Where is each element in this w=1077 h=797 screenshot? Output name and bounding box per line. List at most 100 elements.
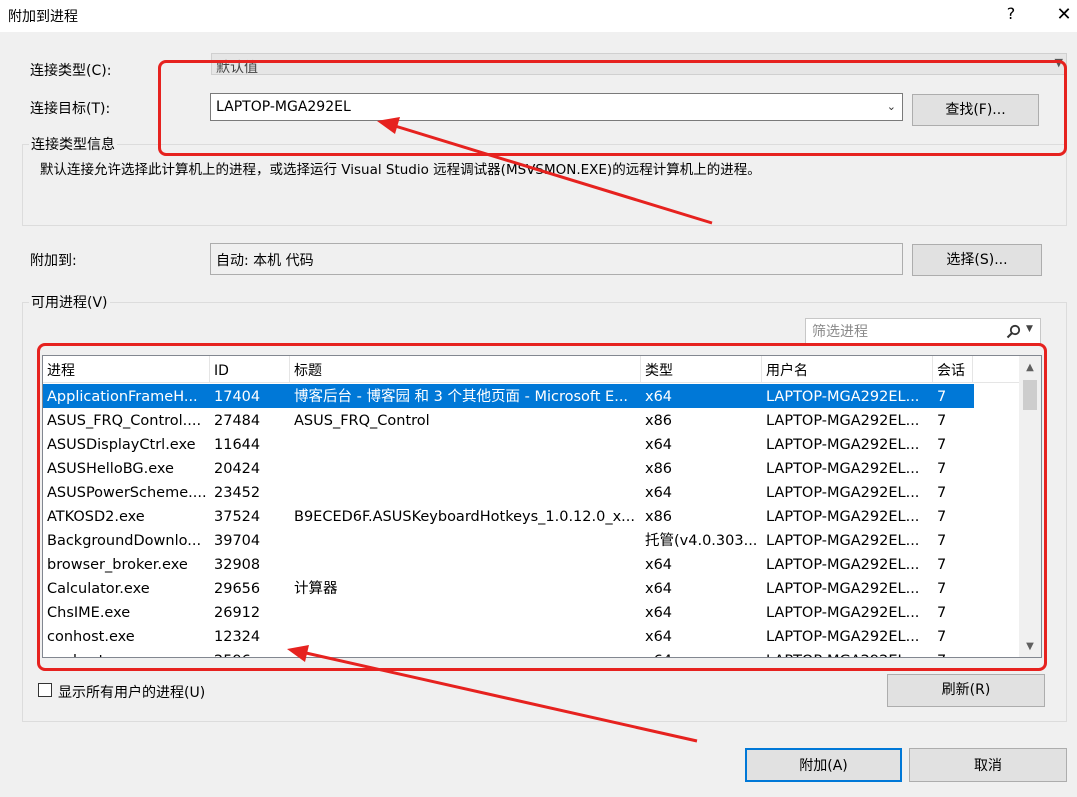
process-username-cell: LAPTOP-MGA292EL...: [766, 557, 920, 573]
show-all-users-checkbox[interactable]: [38, 683, 52, 697]
process-session-cell: 7: [933, 648, 973, 657]
process-name-cell: ATKOSD2.exe: [47, 509, 145, 525]
process-session-cell: 7: [937, 557, 947, 573]
process-title-cell: [290, 456, 641, 480]
process-session-cell: 7: [937, 389, 947, 405]
process-id-cell: 2596: [210, 648, 290, 657]
process-title-cell: [290, 432, 641, 456]
process-username-cell: LAPTOP-MGA292EL...: [766, 581, 920, 597]
column-header-username[interactable]: 用户名: [762, 356, 933, 382]
show-all-users-label[interactable]: 显示所有用户的进程(U): [58, 682, 205, 702]
find-button[interactable]: 查找(F)...: [912, 94, 1039, 126]
process-name-cell: ApplicationFrameH...: [47, 389, 198, 405]
table-row[interactable]: ASUS_FRQ_Control.... 27484 ASUS_FRQ_Contro…: [43, 408, 974, 432]
connection-info-text: 默认连接允许选择此计算机上的进程，或选择运行 Visual Studio 远程调…: [40, 162, 761, 178]
process-type-cell: x64: [641, 648, 762, 657]
process-username-cell: LAPTOP-MGA292EL...: [766, 485, 920, 501]
process-name-cell: Calculator.exe: [47, 581, 150, 597]
process-title-cell: [290, 648, 641, 657]
attach-to-value: 自动: 本机 代码: [216, 253, 314, 269]
process-id-cell: 37524: [214, 509, 261, 525]
process-username-cell: LAPTOP-MGA292EL...: [766, 389, 920, 405]
attach-to-label: 附加到:: [30, 253, 77, 269]
column-header-type[interactable]: 类型: [641, 356, 762, 382]
refresh-button[interactable]: 刷新(R): [887, 674, 1045, 707]
process-username-cell: LAPTOP-MGA292EL...: [766, 509, 920, 525]
process-id-cell: 29656: [214, 581, 261, 597]
window-title: 附加到进程: [8, 9, 78, 25]
process-id-cell: 26912: [214, 605, 261, 621]
process-session-cell: 7: [937, 605, 947, 621]
column-header-process[interactable]: 进程: [43, 356, 210, 382]
attach-button[interactable]: 附加(A): [745, 748, 902, 782]
process-type-cell: x64: [645, 437, 673, 453]
process-id-cell: 11644: [214, 437, 261, 453]
process-id-cell: 12324: [214, 629, 261, 645]
chevron-down-icon: ⌄: [886, 100, 896, 113]
connection-target-label: 连接目标(T):: [30, 101, 111, 117]
process-session-cell: 7: [937, 533, 947, 549]
close-button[interactable]: ✕: [1053, 4, 1075, 26]
process-type-cell: x64: [645, 605, 673, 621]
search-icon[interactable]: [1006, 324, 1022, 340]
process-title-cell: B9ECED6F.ASUSKeyboardHotkeys_1.0.12.0_x.…: [294, 509, 635, 525]
table-row[interactable]: ApplicationFrameH... 17404 博客后台 - 博客园 和 3 …: [43, 384, 974, 408]
process-session-cell: 7: [937, 461, 947, 477]
process-name-cell: ASUS_FRQ_Control....: [47, 413, 202, 429]
table-row[interactable]: Calculator.exe 29656 计算器 x64 LAPTOP-MGA292EL…: [43, 576, 974, 600]
process-id-cell: 23452: [214, 485, 261, 501]
table-row[interactable]: ATKOSD2.exe 37524 B9ECED6F.ASUSKeyboardHot…: [43, 504, 974, 528]
process-type-cell: x64: [645, 389, 673, 405]
column-header-title[interactable]: 标题: [290, 356, 641, 382]
process-title-cell: 博客后台 - 博客园 和 3 个其他页面 - Microsoft E...: [294, 389, 629, 405]
vertical-scrollbar[interactable]: ▲ ▼: [1019, 356, 1041, 657]
process-type-cell: 托管(v4.0.303...: [645, 533, 758, 549]
process-id-cell: 39704: [214, 533, 261, 549]
process-name-cell: ASUSHelloBG.exe: [47, 461, 174, 477]
scroll-thumb[interactable]: [1023, 380, 1037, 410]
process-session-cell: 7: [937, 581, 947, 597]
process-type-cell: x64: [645, 557, 673, 573]
filter-box[interactable]: ▼: [805, 318, 1041, 344]
table-row[interactable]: BackgroundDownlo... 39704 托管(v4.0.303... LA…: [43, 528, 974, 552]
process-username-cell: LAPTOP-MGA292EL...: [766, 437, 920, 453]
cancel-button[interactable]: 取消: [909, 748, 1067, 782]
column-header-session[interactable]: 会话: [933, 356, 973, 382]
process-id-cell: 32908: [214, 557, 261, 573]
connection-target-combo[interactable]: LAPTOP-MGA292EL ⌄: [210, 93, 903, 121]
process-type-cell: x86: [645, 413, 673, 429]
table-row[interactable]: ASUSPowerScheme.... 23452 x64 LAPTOP-MGA292…: [43, 480, 974, 504]
available-processes-caption: 可用进程(V): [29, 292, 110, 312]
table-row[interactable]: ASUSDisplayCtrl.exe 11644 x64 LAPTOP-MGA292…: [43, 432, 974, 456]
process-name-cell: conhost.exe: [43, 648, 210, 657]
process-list-header: 进程 ID 标题 类型 用户名 会话: [43, 356, 1023, 383]
process-title-cell: [290, 624, 641, 648]
process-name-cell: browser_broker.exe: [47, 557, 188, 573]
connection-target-value: LAPTOP-MGA292EL: [216, 99, 351, 115]
scroll-up-icon[interactable]: ▲: [1019, 358, 1041, 378]
process-name-cell: BackgroundDownlo...: [47, 533, 202, 549]
process-title-cell: 计算器: [294, 581, 338, 597]
process-list[interactable]: 进程 ID 标题 类型 用户名 会话 ApplicationFrameH... 1…: [42, 355, 1042, 658]
table-row[interactable]: ChsIME.exe 26912 x64 LAPTOP-MGA292EL... 7: [43, 600, 974, 624]
process-id-cell: 27484: [214, 413, 261, 429]
scroll-down-icon[interactable]: ▼: [1019, 637, 1041, 657]
select-button[interactable]: 选择(S)...: [912, 244, 1042, 276]
process-session-cell: 7: [937, 437, 947, 453]
process-name-cell: ASUSDisplayCtrl.exe: [47, 437, 196, 453]
table-row[interactable]: conhost.exe 12324 x64 LAPTOP-MGA292EL... 7: [43, 624, 974, 648]
process-title-cell: ASUS_FRQ_Control: [294, 413, 430, 429]
table-row[interactable]: ASUSHelloBG.exe 20424 x86 LAPTOP-MGA292EL..…: [43, 456, 974, 480]
process-type-cell: x86: [645, 461, 673, 477]
filter-input[interactable]: [810, 322, 1004, 342]
table-row[interactable]: browser_broker.exe 32908 x64 LAPTOP-MGA292E…: [43, 552, 974, 576]
process-session-cell: 7: [937, 629, 947, 645]
process-name-cell: ASUSPowerScheme....: [47, 485, 207, 501]
table-row[interactable]: conhost.exe2596 x64LAPTOP-MGA292EL...7: [43, 648, 974, 657]
column-header-id[interactable]: ID: [210, 356, 290, 382]
chevron-down-icon[interactable]: ▼: [1026, 324, 1033, 334]
help-button[interactable]: ?: [1001, 4, 1021, 26]
process-name-cell: conhost.exe: [47, 629, 135, 645]
process-title-cell: [290, 552, 641, 576]
connection-type-combo[interactable]: 默认值 ▼: [211, 53, 1067, 76]
